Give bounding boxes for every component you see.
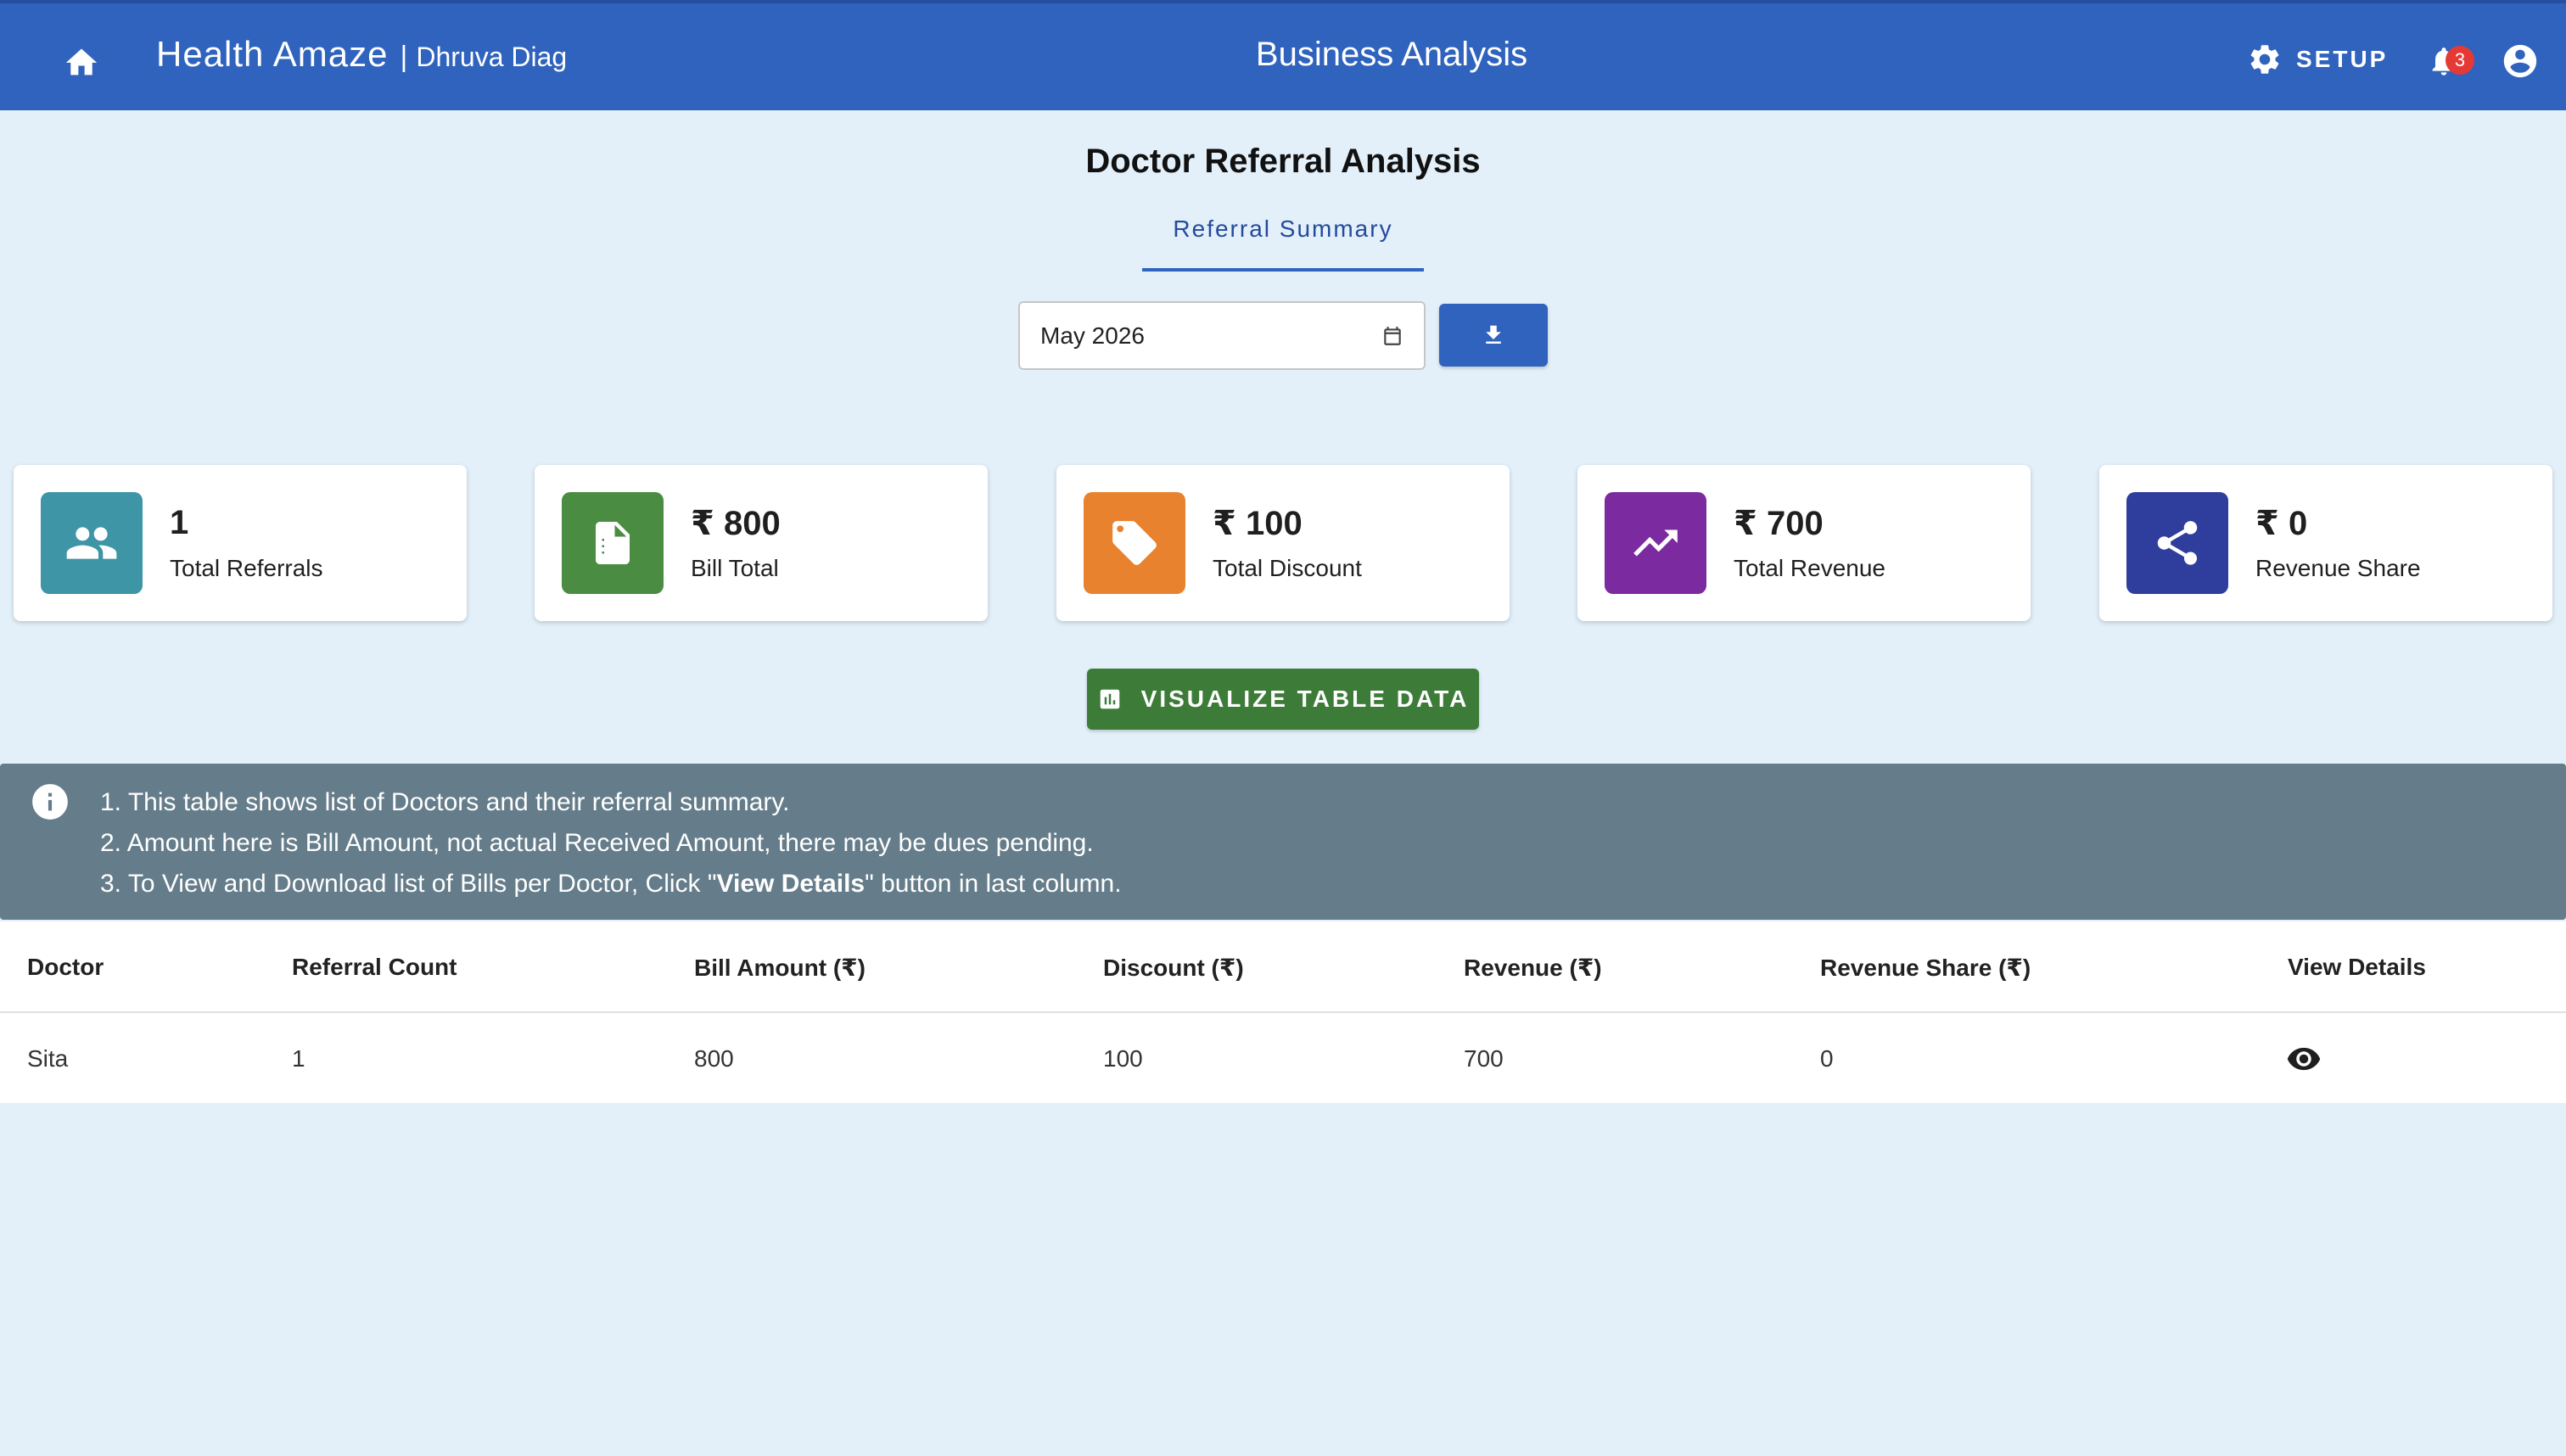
- home-button[interactable]: [56, 36, 107, 87]
- month-value: May 2026: [1040, 322, 1145, 349]
- info-banner: 1. This table shows list of Doctors and …: [0, 764, 2566, 920]
- stat-card-revenue-share: ₹ 0 Revenue Share: [2099, 465, 2552, 621]
- brand-separator: |: [400, 41, 408, 73]
- info-line-3: 3. To View and Download list of Bills pe…: [100, 864, 1122, 904]
- app-bar: Health Amaze | Dhruva Diag Business Anal…: [0, 0, 2566, 110]
- stat-icon-box: [1605, 492, 1706, 594]
- stat-label: Total Referrals: [170, 555, 323, 581]
- column-header-discount[interactable]: Discount (₹): [1103, 921, 1244, 1013]
- home-icon: [65, 48, 98, 76]
- stat-card-bill-total: ₹ 800 Bill Total: [535, 465, 988, 621]
- eye-icon: [2287, 1047, 2321, 1071]
- org-name: Dhruva Diag: [416, 42, 568, 72]
- referral-table: Doctor Referral Count Bill Amount (₹) Di…: [0, 921, 2566, 1103]
- bar-chart-icon: [1100, 689, 1119, 709]
- column-header-view-details: View Details: [2288, 954, 2426, 980]
- setup-button[interactable]: SETUP: [2247, 34, 2388, 85]
- stat-icon-box: [562, 492, 664, 594]
- page-title: Business Analysis: [1255, 36, 1528, 73]
- calendar-icon[interactable]: [1381, 325, 1403, 347]
- stat-card-total-referrals: 1 Total Referrals: [14, 465, 467, 621]
- info-lines: 1. This table shows list of Doctors and …: [100, 782, 1122, 904]
- view-details-button[interactable]: [2286, 1013, 2322, 1105]
- column-header-referral-count[interactable]: Referral Count: [292, 921, 457, 1013]
- stat-card-total-revenue: ₹ 700 Total Revenue: [1577, 465, 2031, 621]
- info-icon: [32, 784, 68, 820]
- stat-icon-box: [41, 492, 143, 594]
- stat-icon-box: [1084, 492, 1185, 594]
- cell-referral-count: 1: [292, 1045, 305, 1072]
- trending-up-icon: [1633, 529, 1678, 557]
- stat-label: Total Revenue: [1734, 555, 1886, 581]
- info-line-3-bold: View Details: [716, 870, 866, 898]
- stat-label: Bill Total: [691, 555, 779, 581]
- section-heading: Doctor Referral Analysis: [1085, 143, 1481, 180]
- stat-value: ₹ 0: [2255, 505, 2308, 542]
- tab-referral-summary[interactable]: Referral Summary: [1142, 216, 1424, 272]
- stat-value: ₹ 700: [1734, 505, 1824, 542]
- notification-badge: 3: [2446, 46, 2474, 75]
- bill-icon: [596, 522, 630, 564]
- tag-icon: [1112, 521, 1157, 565]
- table-row: Sita 1 800 100 700 0: [0, 1013, 2566, 1105]
- cell-discount: 100: [1103, 1045, 1143, 1072]
- share-icon: [2157, 521, 2198, 565]
- month-input[interactable]: May 2026: [1018, 301, 1426, 370]
- stat-icon-box: [2126, 492, 2228, 594]
- download-icon: [1486, 325, 1501, 344]
- download-button[interactable]: [1439, 304, 1548, 367]
- info-line-3-suffix: " button in last column.: [865, 870, 1122, 898]
- gear-icon: [2250, 45, 2279, 74]
- app-name: Health Amaze: [156, 34, 389, 74]
- stat-value: ₹ 800: [691, 505, 781, 542]
- visualize-label: VISUALIZE TABLE DATA: [1140, 686, 1470, 712]
- stat-label: Total Discount: [1213, 555, 1362, 581]
- group-icon: [66, 527, 117, 559]
- visualize-table-data-button[interactable]: VISUALIZE TABLE DATA: [1087, 669, 1479, 730]
- setup-label: SETUP: [2296, 46, 2389, 72]
- stat-value: ₹ 100: [1213, 505, 1303, 542]
- info-line-1: 1. This table shows list of Doctors and …: [100, 788, 790, 816]
- stat-value: 1: [170, 504, 189, 541]
- brand: Health Amaze | Dhruva Diag: [156, 34, 567, 85]
- column-header-bill-amount[interactable]: Bill Amount (₹): [694, 921, 866, 1013]
- cell-revenue: 700: [1464, 1045, 1504, 1072]
- cell-doctor: Sita: [27, 1045, 69, 1072]
- table-header-row: Doctor Referral Count Bill Amount (₹) Di…: [0, 921, 2566, 1013]
- account-button[interactable]: [2495, 36, 2546, 87]
- account-circle-icon: [2503, 44, 2537, 78]
- stat-label: Revenue Share: [2255, 555, 2421, 581]
- cell-bill-amount: 800: [694, 1045, 734, 1072]
- column-header-doctor[interactable]: Doctor: [27, 921, 104, 1013]
- cell-revenue-share: 0: [1820, 1045, 1834, 1072]
- column-header-revenue[interactable]: Revenue (₹): [1464, 921, 1602, 1013]
- info-line-3-prefix: 3. To View and Download list of Bills pe…: [100, 870, 717, 898]
- stat-card-total-discount: ₹ 100 Total Discount: [1056, 465, 1510, 621]
- info-line-2: 2. Amount here is Bill Amount, not actua…: [100, 829, 1094, 857]
- column-header-revenue-share[interactable]: Revenue Share (₹): [1820, 921, 2031, 1013]
- notifications-button[interactable]: 3: [2418, 36, 2474, 87]
